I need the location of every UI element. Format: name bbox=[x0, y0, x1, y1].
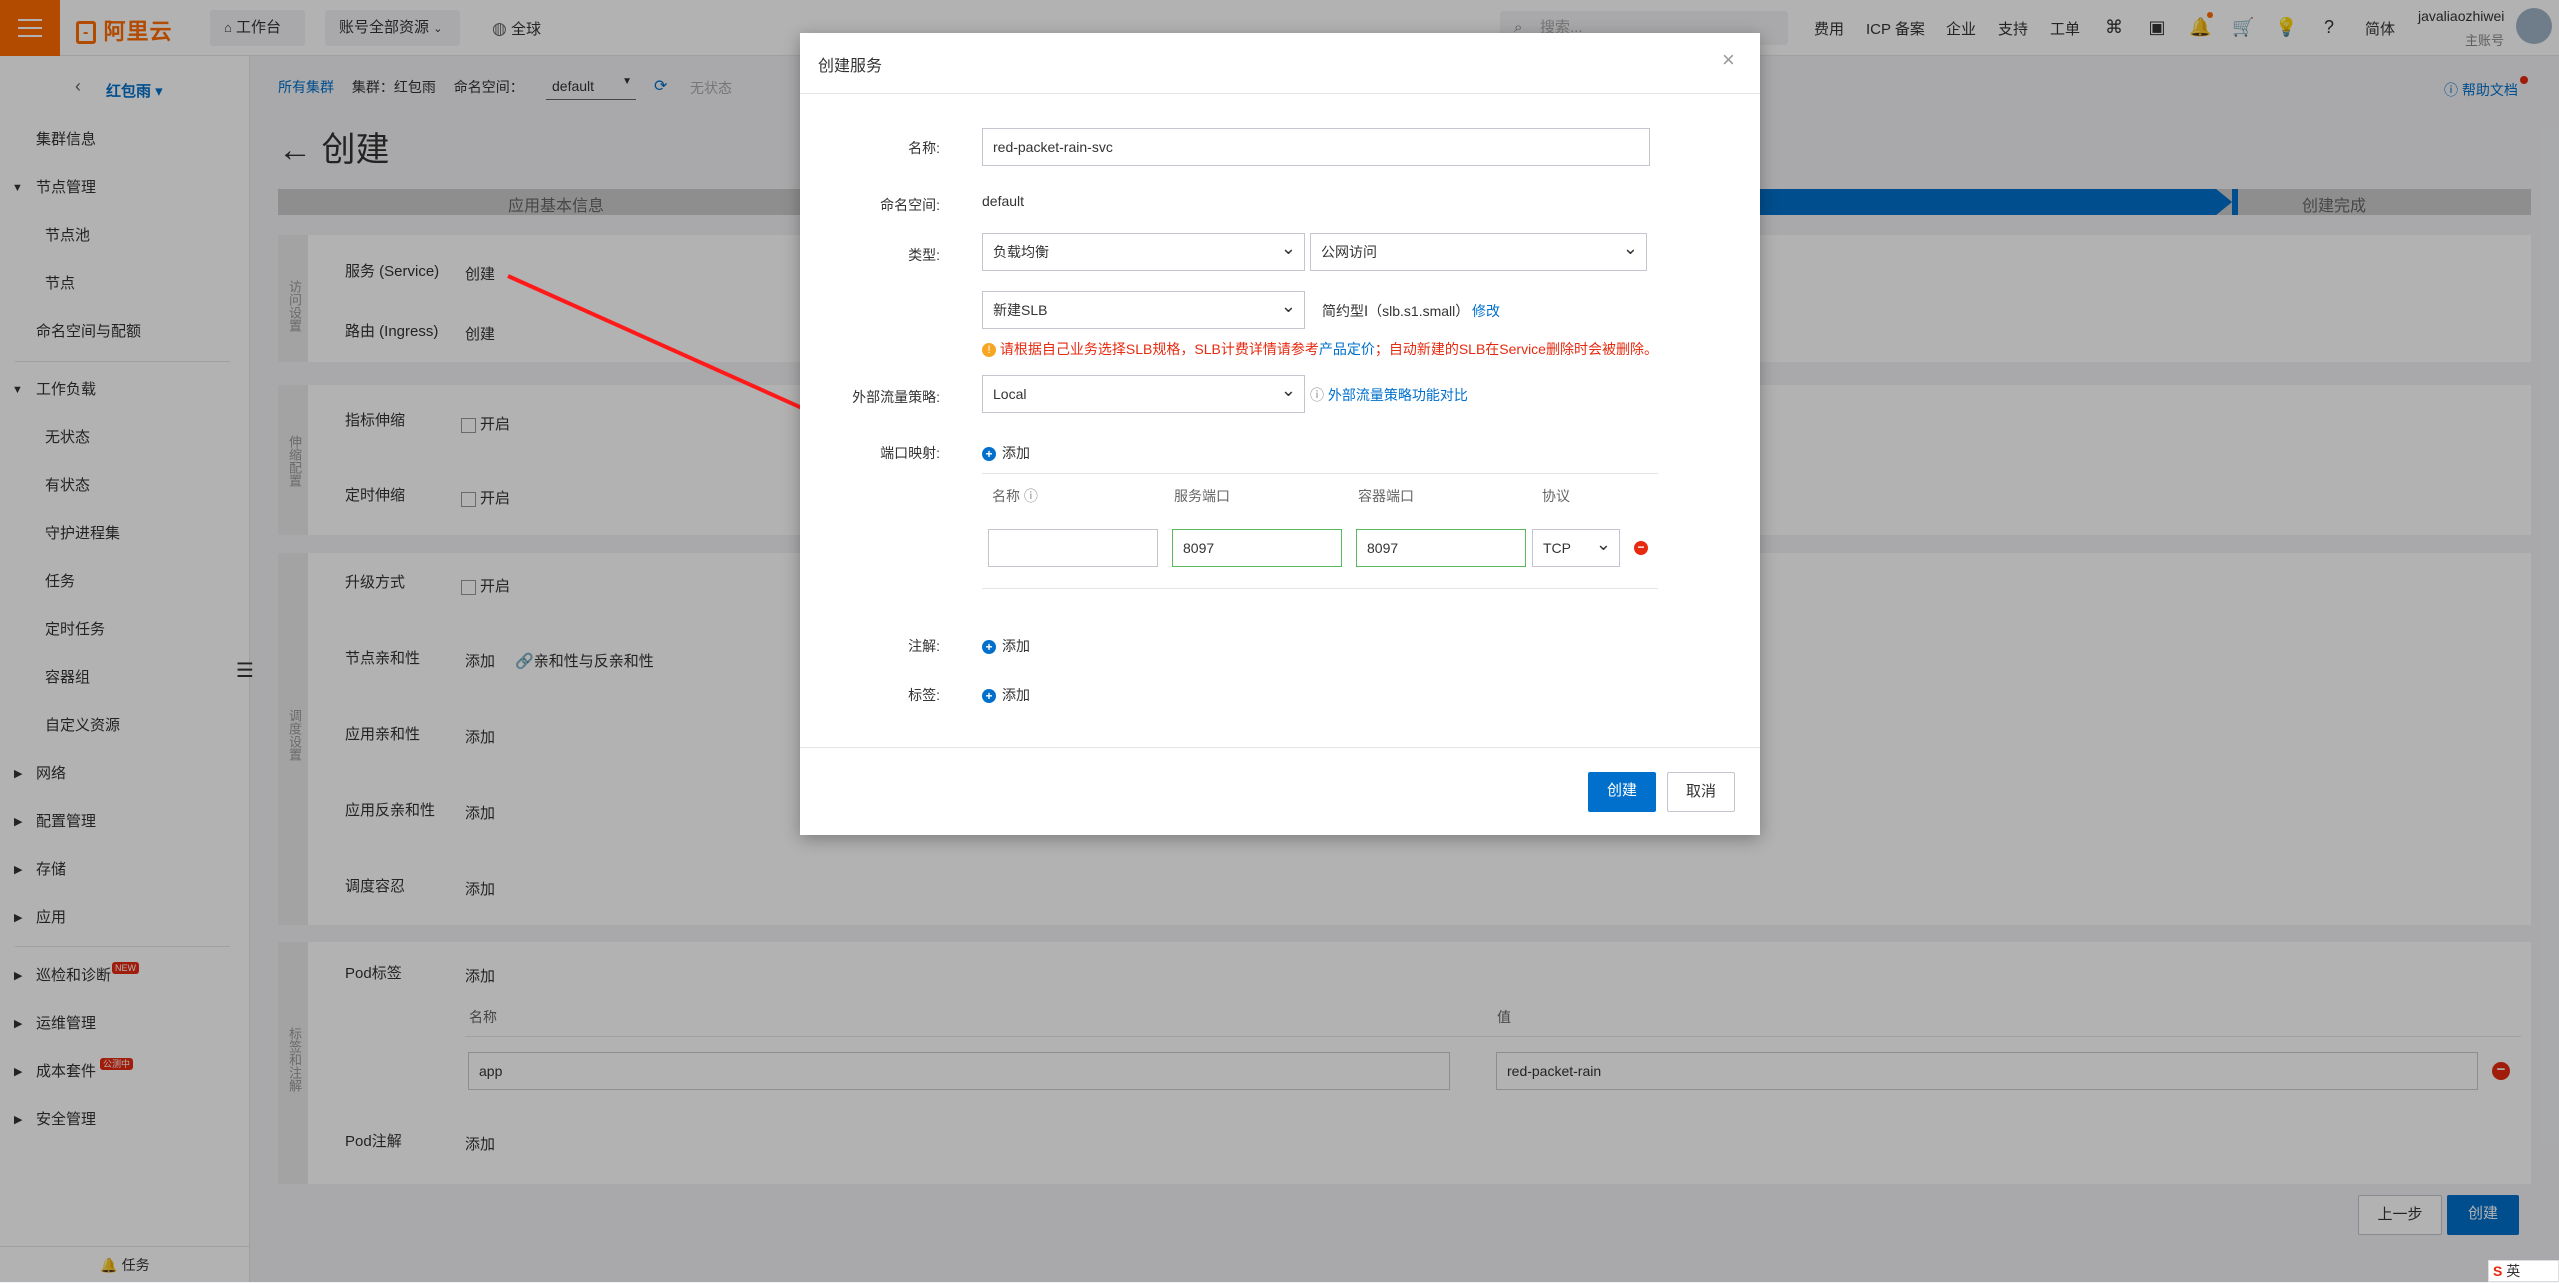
namespace-value: default bbox=[982, 193, 1025, 209]
traffic-policy-label: 外部流量策略: bbox=[852, 389, 940, 405]
service-type-select[interactable]: 负载均衡 bbox=[982, 230, 1305, 271]
service-port-value: 8097 bbox=[1183, 540, 1215, 556]
warning-prefix: 请根据自己业务选择SLB规格，SLB计费详情请参考 bbox=[999, 341, 1319, 357]
dialog-create-button[interactable]: 创建 bbox=[1588, 772, 1656, 812]
info-icon: ⓘ bbox=[1023, 488, 1038, 504]
pricing-link[interactable]: 产品定价 bbox=[1319, 341, 1375, 357]
slb-spec: 简约型Ⅰ（slb.s1.small） bbox=[1322, 303, 1470, 319]
info-icon: ⓘ bbox=[1310, 387, 1324, 403]
namespace-label: 命名空间: bbox=[880, 197, 940, 213]
modify-slb-link[interactable]: 修改 bbox=[1472, 301, 1500, 321]
add-annotation-label: 添加 bbox=[1002, 638, 1030, 654]
add-annotation-button[interactable]: + 添加 bbox=[982, 636, 1030, 656]
labels-label: 标签: bbox=[908, 687, 940, 703]
port-col-name-label: 名称 bbox=[992, 488, 1020, 504]
traffic-policy-value: Local bbox=[993, 386, 1027, 402]
traffic-compare-label: 外部流量策略功能对比 bbox=[1327, 387, 1468, 403]
service-type-value: 负载均衡 bbox=[993, 244, 1049, 260]
service-name-input[interactable]: red-packet-rain-svc bbox=[982, 128, 1650, 166]
traffic-compare-link[interactable]: ⓘ 外部流量策略功能对比 bbox=[1310, 385, 1468, 405]
plus-circle-icon: + bbox=[982, 640, 996, 655]
remove-port-icon[interactable]: − bbox=[1634, 541, 1648, 555]
add-port-label: 添加 bbox=[1002, 445, 1030, 461]
type-label: 类型: bbox=[908, 247, 940, 263]
protocol-value: TCP bbox=[1543, 540, 1571, 556]
port-table: 名称 ⓘ 服务端口 容器端口 协议 8097 8097 TCP − bbox=[982, 473, 1658, 589]
annotation-label: 注解: bbox=[908, 638, 940, 654]
access-type-value: 公网访问 bbox=[1321, 244, 1377, 260]
name-label: 名称: bbox=[908, 140, 940, 156]
warning-suffix: ；自动新建的SLB在Service删除时会被删除。 bbox=[1374, 341, 1658, 357]
port-col-protocol: 协议 bbox=[1542, 488, 1570, 504]
add-label-label: 添加 bbox=[1002, 687, 1030, 703]
ime-mode: 英 bbox=[2506, 1263, 2521, 1279]
divider bbox=[800, 747, 1760, 748]
close-icon[interactable]: × bbox=[1722, 47, 1735, 73]
service-name-value: red-packet-rain-svc bbox=[993, 139, 1113, 155]
ime-indicator[interactable]: S 英 bbox=[2488, 1260, 2559, 1282]
port-mapping-label: 端口映射: bbox=[880, 445, 940, 461]
create-service-dialog: 创建服务 × 名称: red-packet-rain-svc 命名空间: def… bbox=[800, 33, 1760, 835]
port-col-container: 容器端口 bbox=[1358, 488, 1414, 504]
plus-circle-icon: + bbox=[982, 689, 996, 704]
sogou-logo-icon: S bbox=[2493, 1263, 2503, 1279]
service-port-input[interactable]: 8097 bbox=[1172, 529, 1342, 567]
container-port-value: 8097 bbox=[1367, 540, 1399, 556]
add-label-button[interactable]: + 添加 bbox=[982, 685, 1030, 705]
warning-icon: ! bbox=[982, 343, 996, 358]
port-col-name: 名称 ⓘ bbox=[992, 486, 1038, 506]
add-port-button[interactable]: + 添加 bbox=[982, 443, 1030, 463]
dialog-title: 创建服务 bbox=[818, 58, 883, 75]
dialog-cancel-button[interactable]: 取消 bbox=[1667, 772, 1735, 812]
slb-warning: ! 请根据自己业务选择SLB规格，SLB计费详情请参考产品定价；自动新建的SLB… bbox=[982, 339, 1658, 359]
slb-value: 新建SLB bbox=[993, 302, 1048, 318]
slb-select[interactable]: 新建SLB bbox=[982, 288, 1305, 329]
access-type-select[interactable]: 公网访问 bbox=[1310, 230, 1647, 271]
port-col-service: 服务端口 bbox=[1174, 488, 1230, 504]
divider bbox=[800, 93, 1760, 94]
protocol-select[interactable]: TCP bbox=[1532, 526, 1620, 567]
container-port-input[interactable]: 8097 bbox=[1356, 529, 1526, 567]
traffic-policy-select[interactable]: Local bbox=[982, 372, 1305, 413]
plus-circle-icon: + bbox=[982, 447, 996, 462]
port-name-input[interactable] bbox=[988, 529, 1158, 567]
